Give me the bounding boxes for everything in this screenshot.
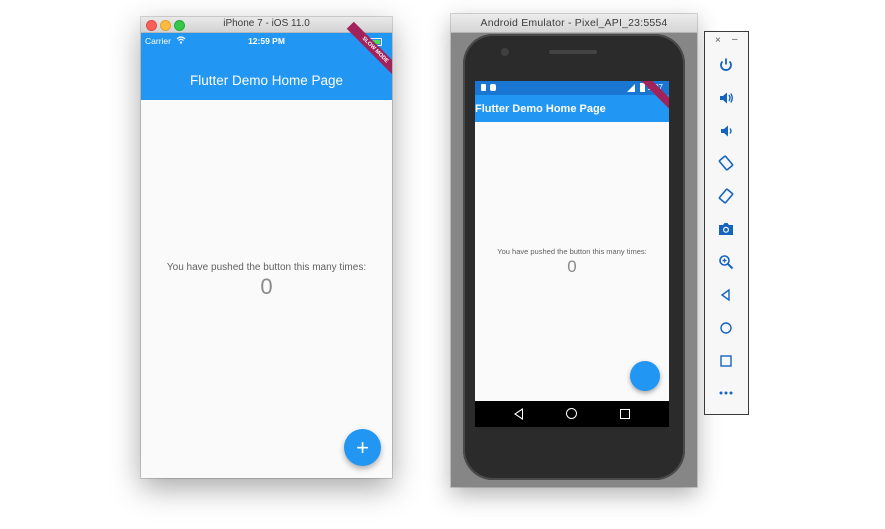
- status-time: 12:59 PM: [248, 36, 285, 46]
- rotate-left-icon[interactable]: [717, 154, 735, 172]
- navigation-bar: [475, 401, 669, 427]
- volume-down-icon[interactable]: [717, 122, 735, 140]
- notification-icon: [481, 84, 486, 91]
- app-bar-title: Flutter Demo Home Page: [475, 103, 606, 115]
- android-status-bar: 1:07: [475, 81, 669, 95]
- home-icon[interactable]: [566, 408, 577, 419]
- android-screen[interactable]: 1:07 Flutter Demo Home Page You have pus…: [475, 81, 669, 427]
- emulator-toolbar: × –: [704, 31, 749, 415]
- increment-fab-button[interactable]: [630, 361, 660, 391]
- signal-icon: [627, 84, 635, 92]
- camera-lens: [501, 48, 509, 56]
- minimize-icon[interactable]: –: [732, 34, 738, 45]
- app-bar-title: Flutter Demo Home Page: [189, 73, 344, 88]
- android-window-title: Android Emulator - Pixel_API_23:5554: [480, 17, 668, 29]
- notification-icon: [490, 84, 496, 91]
- counter-description: You have pushed the button this many tim…: [497, 247, 647, 256]
- ios-simulator-window: iPhone 7 - iOS 11.0 Carrier 12:59 PM SLO…: [141, 17, 392, 478]
- home-icon[interactable]: [717, 319, 735, 337]
- android-app-bar: 1:07 Flutter Demo Home Page: [475, 81, 669, 122]
- volume-up-icon[interactable]: [717, 89, 735, 107]
- overview-icon[interactable]: [717, 352, 735, 370]
- camera-icon[interactable]: [717, 220, 735, 238]
- zoom-icon[interactable]: [717, 253, 735, 271]
- more-icon[interactable]: [717, 384, 735, 402]
- ios-app-bar: Carrier 12:59 PM SLOW MODE Flutter Demo …: [141, 21, 392, 100]
- close-icon[interactable]: ×: [715, 35, 721, 46]
- android-emulator-window: Android Emulator - Pixel_API_23:5554 1:0…: [451, 14, 697, 487]
- counter-description: You have pushed the button this many tim…: [166, 262, 367, 273]
- speaker-grille: [549, 50, 597, 54]
- power-icon[interactable]: [717, 56, 735, 74]
- counter-value: 0: [260, 274, 273, 299]
- rotate-right-icon[interactable]: [717, 187, 735, 205]
- increment-fab-button[interactable]: +: [344, 429, 381, 466]
- android-window-titlebar[interactable]: Android Emulator - Pixel_API_23:5554: [451, 14, 697, 33]
- back-icon[interactable]: [514, 408, 523, 420]
- back-icon[interactable]: [717, 286, 735, 304]
- counter-value: 0: [567, 257, 577, 276]
- recents-icon[interactable]: [620, 409, 630, 419]
